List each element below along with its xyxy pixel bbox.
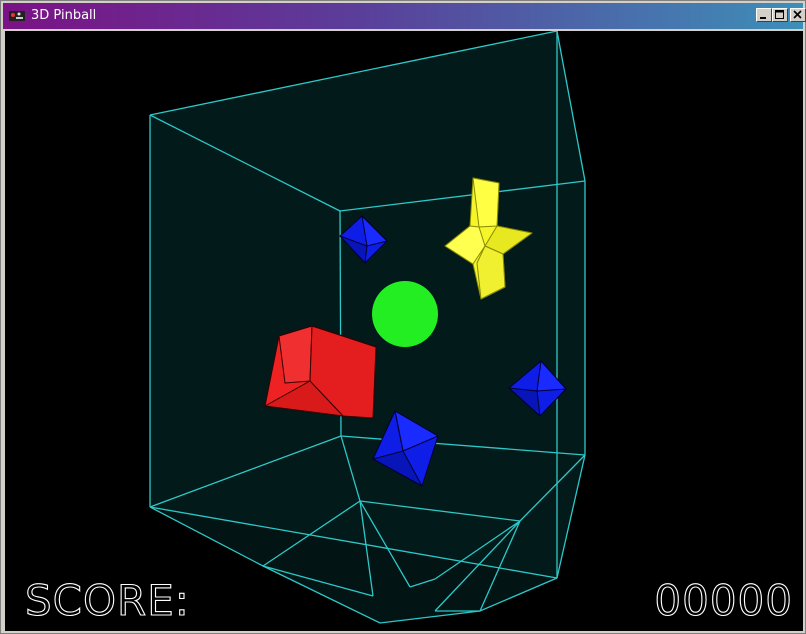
close-button[interactable]	[790, 8, 806, 22]
game-canvas[interactable]: SCORE: 00000	[5, 31, 803, 631]
box-interior	[150, 31, 585, 578]
window-title: 3D Pinball	[31, 8, 97, 23]
green-sphere	[372, 281, 438, 347]
title-bar[interactable]: 3D Pinball	[3, 3, 806, 29]
maximize-icon	[775, 10, 784, 19]
score-label: SCORE:	[25, 576, 190, 625]
minimize-button[interactable]	[756, 8, 772, 22]
score-value: 00000	[654, 576, 793, 625]
close-icon	[793, 10, 802, 19]
minimize-icon	[760, 17, 766, 19]
maximize-button[interactable]	[772, 8, 788, 22]
app-window: 3D Pinball SCORE: 00000	[0, 0, 806, 634]
pinball-app-icon	[9, 11, 25, 21]
pinball-scene: SCORE: 00000	[24, 31, 793, 626]
